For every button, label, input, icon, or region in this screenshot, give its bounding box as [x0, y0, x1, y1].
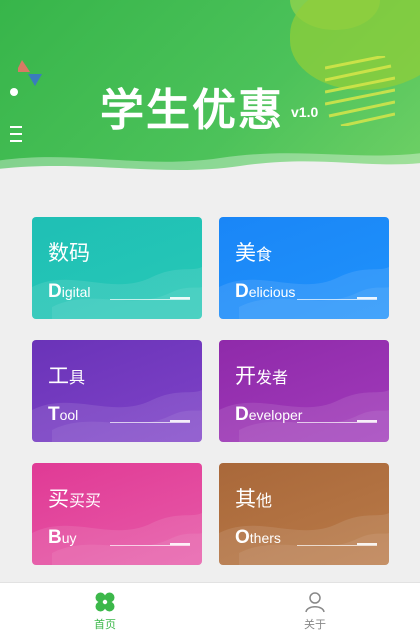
card-underline-accent [357, 543, 377, 545]
home-clover-icon [95, 592, 115, 612]
header-banner: 学生优惠 v1.0 [0, 0, 420, 178]
card-title-en: Tool [48, 404, 79, 425]
version-label: v1.0 [291, 104, 319, 120]
card-title-en: Developer [235, 404, 303, 425]
card-title-en: Others [235, 527, 281, 548]
card-wave [219, 267, 389, 319]
tab-home[interactable]: 首页 [0, 583, 210, 637]
card-underline-accent [170, 297, 190, 299]
card-underline-accent [357, 420, 377, 422]
category-card-delicious[interactable]: 美食 Delicious [219, 217, 389, 319]
category-card-others[interactable]: 其他 Others [219, 463, 389, 565]
card-underline [110, 299, 190, 300]
user-icon [305, 592, 325, 613]
card-title-cn: 工具 [48, 364, 86, 388]
tab-about[interactable]: 关于 [210, 583, 420, 637]
card-underline-accent [170, 543, 190, 545]
card-title-en: Digital [48, 281, 91, 302]
card-title-cn: 买买买 [48, 487, 102, 511]
card-underline-accent [357, 297, 377, 299]
card-wave [219, 513, 389, 565]
category-card-developer[interactable]: 开发者 Developer [219, 340, 389, 442]
card-underline [297, 422, 377, 423]
card-title-cn: 数码 [48, 241, 90, 265]
category-card-digital[interactable]: 数码 Digital [32, 217, 202, 319]
card-underline [110, 422, 190, 423]
card-title-cn: 美食 [235, 241, 273, 265]
decor-dot [10, 88, 18, 96]
card-wave [32, 390, 202, 442]
card-underline-accent [170, 420, 190, 422]
card-wave [32, 513, 202, 565]
card-title-cn: 开发者 [235, 364, 289, 388]
decor-stripes [325, 56, 395, 126]
category-grid: 数码 Digital 美食 Delicious 工具 Tool 开发者 Deve… [0, 178, 420, 582]
card-title-en: Buy [48, 527, 77, 548]
header-wave [0, 153, 420, 178]
tab-about-label: 关于 [304, 618, 326, 631]
card-title-cn: 其他 [235, 487, 273, 511]
card-underline [297, 545, 377, 546]
decor-triangle-icon [18, 60, 42, 86]
card-underline [297, 299, 377, 300]
category-card-buy[interactable]: 买买买 Buy [32, 463, 202, 565]
card-wave [219, 390, 389, 442]
card-underline [110, 545, 190, 546]
bottom-tab-bar: 首页 关于 [0, 582, 420, 637]
tab-home-label: 首页 [94, 618, 116, 631]
category-card-tool[interactable]: 工具 Tool [32, 340, 202, 442]
card-title-en: Delicious [235, 281, 296, 302]
card-wave [32, 267, 202, 319]
page-title: 学生优惠 [100, 85, 284, 136]
